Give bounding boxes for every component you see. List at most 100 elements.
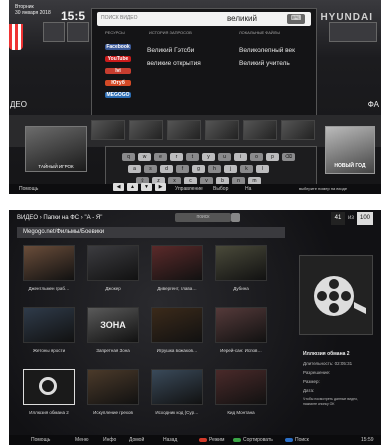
folder-path: Megogo.net/Фильмы/Боевики [17,227,285,238]
bottom-bar: Помощь Управление Выбор На выберите номе… [9,184,381,194]
keyboard-key[interactable]: r [170,153,183,161]
keyboard-key[interactable]: g [192,165,205,173]
video-tile[interactable] [151,369,203,405]
history-item[interactable]: великие открытия [147,60,201,67]
page-current: 41 [331,212,345,225]
thumbnail[interactable] [205,120,239,140]
tile-caption: Кид Монтана [227,410,255,415]
keyboard-key[interactable]: f [176,165,189,173]
video-tile[interactable] [23,245,75,281]
keyboard-key[interactable]: e [154,153,167,161]
tile-poster-text: ЗОНА [100,320,126,330]
film-reel-icon [314,276,366,316]
hint-text: выберите номер на входе [299,186,348,191]
history-item[interactable]: Великий Гэтсби [147,47,194,54]
info-resolution: Разрешение: [303,370,331,375]
keyboard-key[interactable]: y [202,153,215,161]
blue-key-icon [285,438,293,442]
breadcrumb: ВИДЕО › Папки на ФС › "А - Я" [17,215,103,221]
keyboard-key[interactable]: t [186,153,199,161]
info-date: Дата: [303,388,315,393]
green-key-icon [233,438,241,442]
video-tile[interactable] [23,307,75,343]
film-reel-icon [39,377,57,395]
thumbnail[interactable] [167,120,201,140]
keyboard-key[interactable]: a [128,165,141,173]
keyboard-key[interactable]: ⌫ [282,153,295,161]
keyboard-toggle-button[interactable]: ⌨ [287,14,305,24]
video-tile[interactable] [215,245,267,281]
video-tile[interactable] [151,307,203,343]
info-size: Размер: [303,379,320,384]
video-tile[interactable]: ЗОНА [87,307,139,343]
service-logo[interactable]: Ютуб [105,80,131,86]
column-header-services: РЕСУРСЫ [105,30,125,35]
home-hint: Домой [129,437,145,443]
keyboard-key[interactable]: o [250,153,263,161]
nav-left-icon: ◀ [113,183,124,191]
tile-thumbnail[interactable] [329,22,377,42]
menu-hint: Меню [75,437,89,443]
tile-caption: Дубина [233,286,249,291]
help-hint: Помощь [31,437,51,443]
thumbnail[interactable] [243,120,277,140]
keyboard-key[interactable]: l [256,165,269,173]
video-tile[interactable] [87,245,139,281]
thumbnail[interactable] [91,120,125,140]
keyboard-key[interactable]: j [224,165,237,173]
service-logo[interactable]: Ivi [105,68,131,74]
thumbnail[interactable] [129,120,163,140]
tile-caption: Исходник код (Сур… [155,410,199,415]
search-input[interactable]: ПОИСК ВИДЕО великий ⌨ [97,12,311,26]
column-header-local: ЛОКАЛЬНЫЕ ФАЙЛЫ [239,30,280,35]
page-separator: из [347,215,355,221]
search-screen: Вторник 30 января 2018 15:5 HYUNDAI ПОИС… [9,0,381,194]
tile-caption: Дивергент, глава… [157,286,197,291]
poster-caption: ТАЙНЫЙ ИГРОК [38,164,74,169]
search-icon[interactable] [231,213,240,222]
manage-hint: Управление [175,186,203,192]
keyboard-key[interactable]: d [160,165,173,173]
tile-thumbnail[interactable] [67,22,89,42]
keyboard-key[interactable]: k [240,165,253,173]
video-tile[interactable] [151,245,203,281]
tile-thumbnail[interactable] [43,22,65,42]
keyboard-key[interactable]: w [138,153,151,161]
local-item[interactable]: Великолепный век [239,47,295,54]
bottom-bar: Помощь Меню Инфо Домой Назад Режим Сорти… [9,435,381,445]
poster-left[interactable]: ТАЙНЫЙ ИГРОК [25,126,87,172]
video-tile-selected[interactable] [23,369,75,405]
keyboard-key[interactable]: u [218,153,231,161]
poster-caption: НОВЫЙ ГОД [334,163,366,169]
info-hint-key: Инфо [103,437,117,443]
keyboard-key[interactable]: p [266,153,279,161]
video-tile[interactable] [87,369,139,405]
search-hint: Поиск [295,437,309,443]
thumbnail[interactable] [281,120,315,140]
mode-hint: Режим [209,437,225,443]
preview-panel [299,255,373,335]
video-tile[interactable] [215,369,267,405]
search-placeholder: ПОИСК ВИДЕО [101,15,138,21]
nav-right-icon: ▶ [155,183,166,191]
nav-down-icon: ▼ [141,183,152,191]
search-button[interactable]: поиск [175,213,231,222]
keyboard-key[interactable]: h [208,165,221,173]
tile-caption: Игрушка вожаков… [156,348,198,353]
tile-caption: Иллюзия обмана 2 [29,410,69,415]
video-tile[interactable] [215,307,267,343]
service-logo[interactable]: Facebook [105,44,131,50]
tile-caption: Жетоны ярости [32,348,66,353]
search-value: великий [227,14,257,23]
service-logo[interactable]: MEGOGO [105,92,131,98]
service-logo[interactable]: YouTube [105,56,131,62]
keyboard-key[interactable]: q [122,153,135,161]
keyboard-key[interactable]: i [234,153,247,161]
poster-right[interactable]: НОВЫЙ ГОД [325,126,375,174]
category-label-right: ФА [367,100,379,109]
clock: 15:5 [61,9,86,23]
tile-caption: Джокер [105,286,121,291]
local-item[interactable]: Великий учитель [239,60,290,67]
keyboard-key[interactable]: s [144,165,157,173]
back-hint: На [245,186,252,192]
